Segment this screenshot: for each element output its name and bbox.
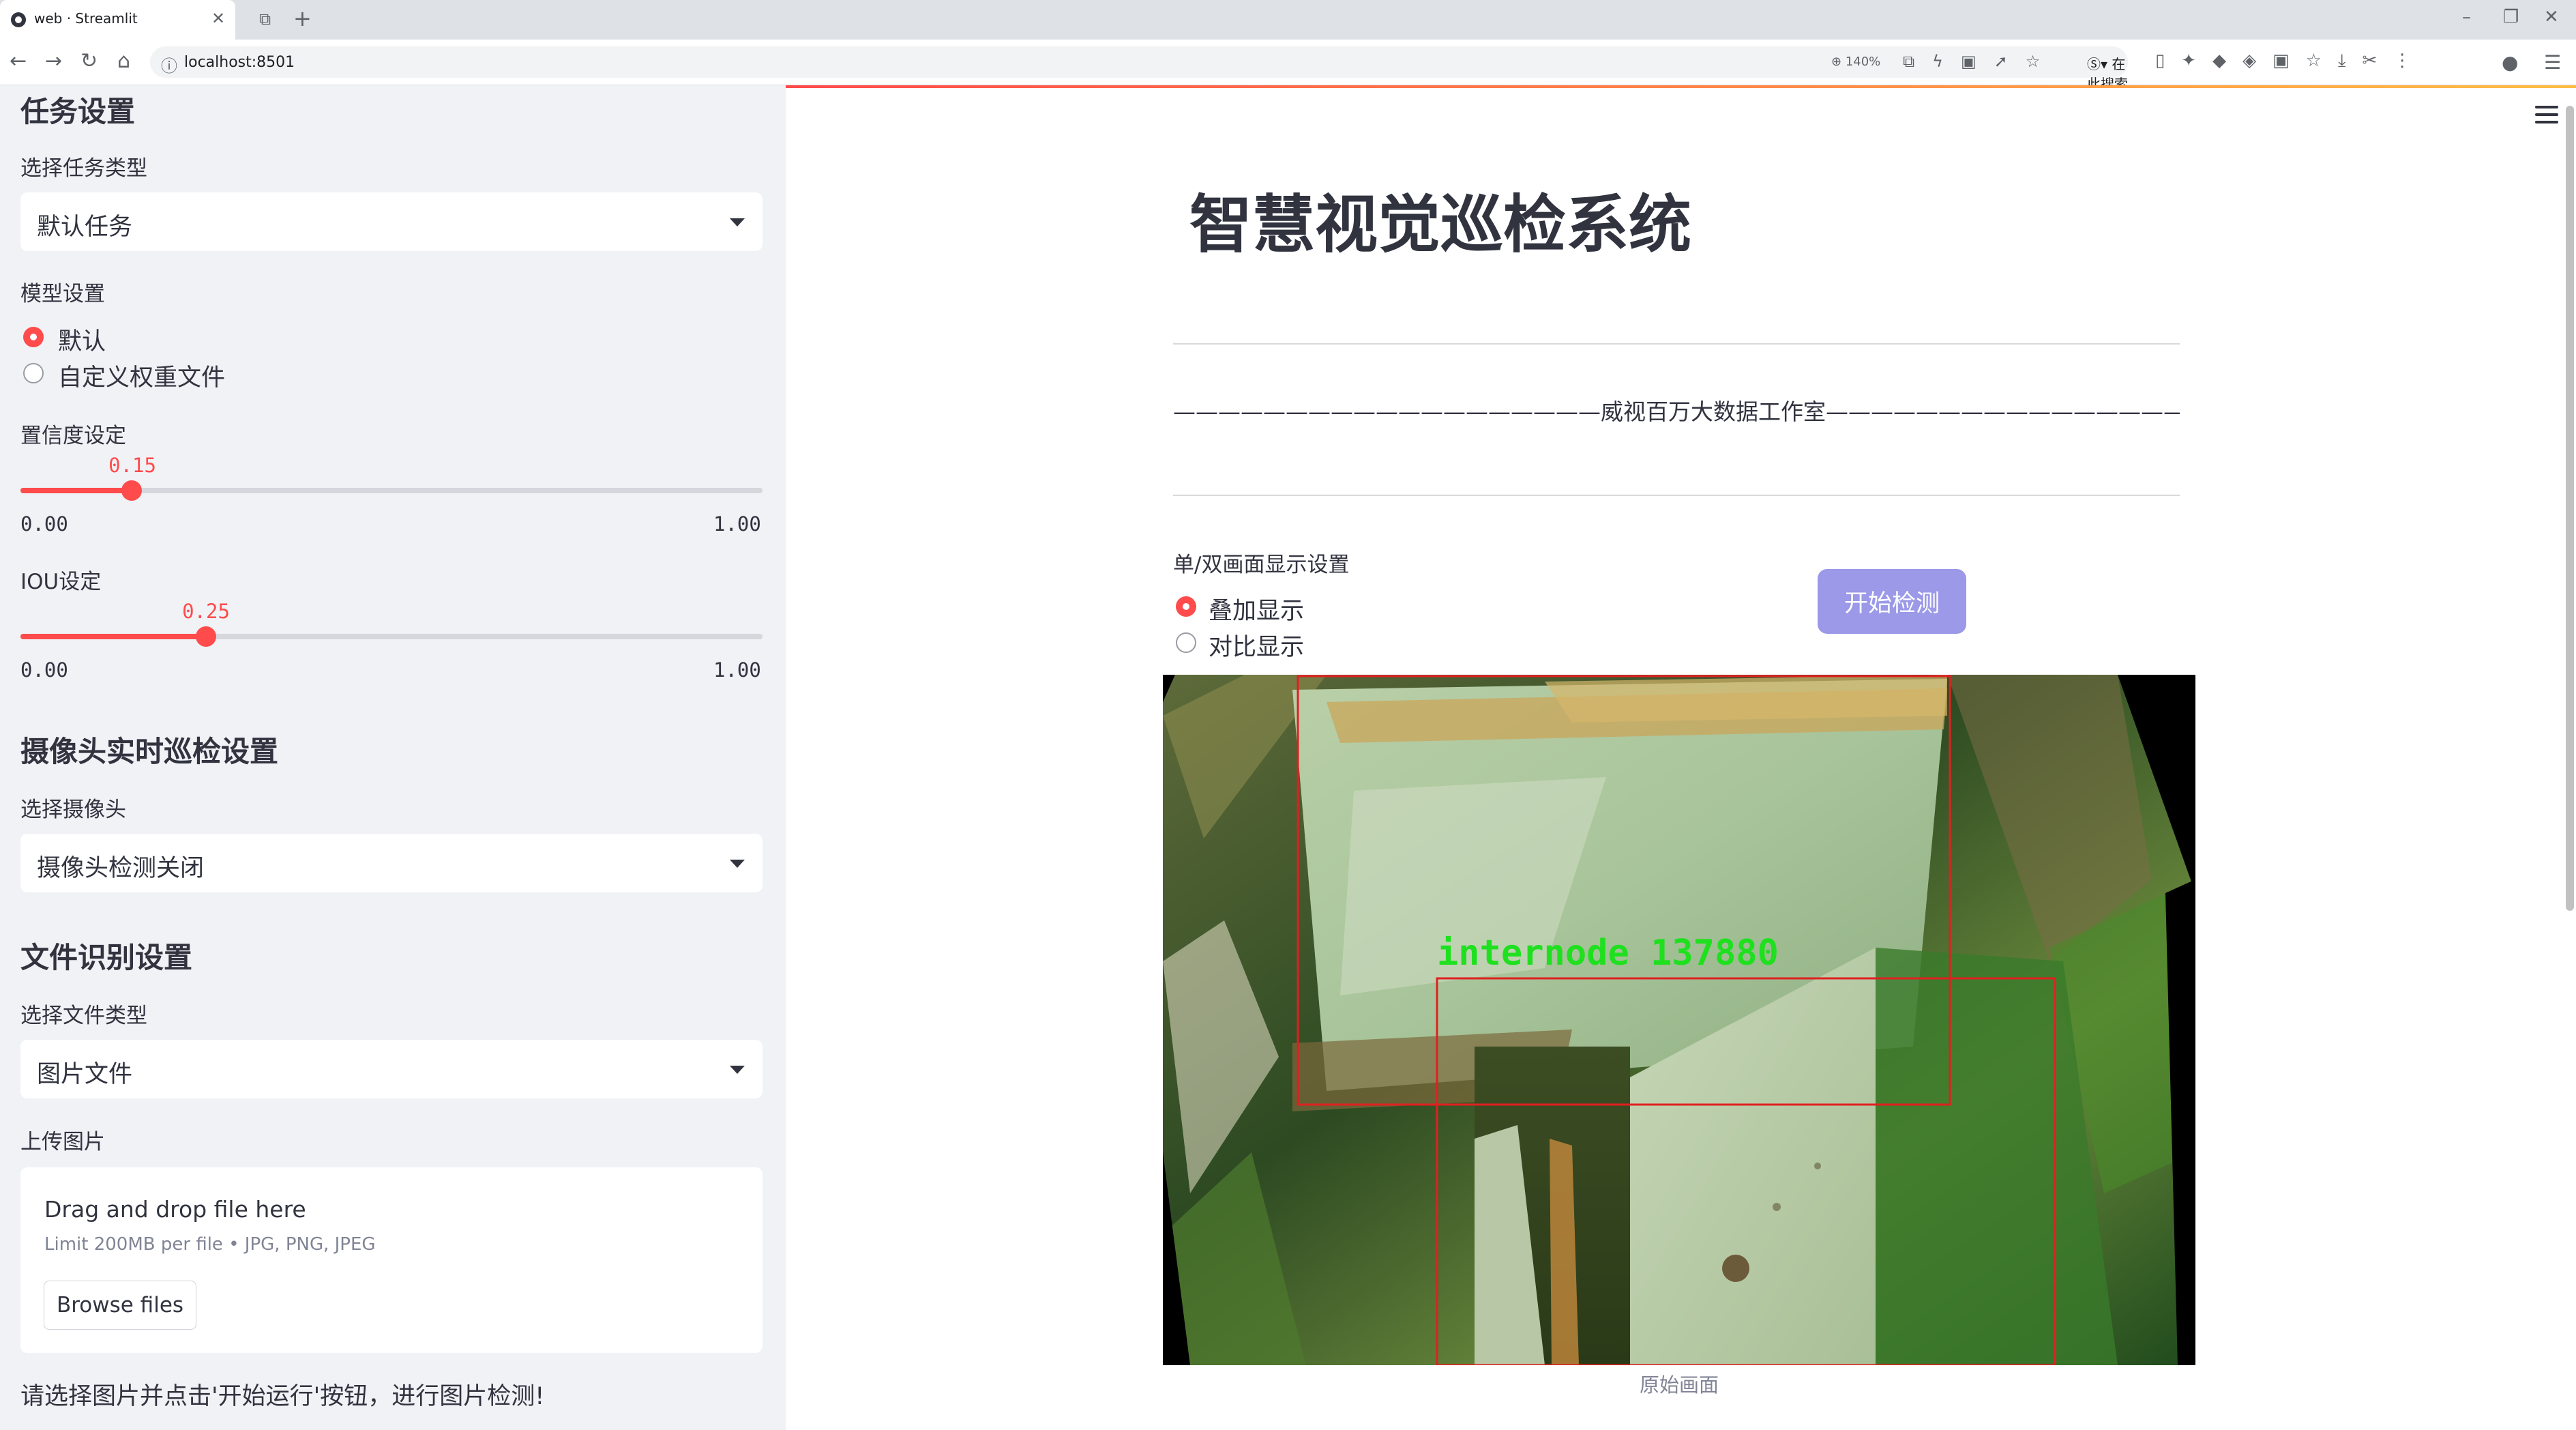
- model-option-default[interactable]: 默认: [58, 322, 106, 357]
- camera-section-title: 摄像头实时巡检设置: [20, 735, 279, 768]
- browser-tab[interactable]: web · Streamlit ✕: [0, 0, 235, 40]
- zoom-level: 140%: [1845, 55, 1881, 69]
- display-option-compare[interactable]: 对比显示: [1209, 628, 1304, 662]
- back-icon[interactable]: ←: [10, 49, 27, 74]
- home-icon[interactable]: ⌂: [117, 49, 130, 74]
- display-option-overlay[interactable]: 叠加显示: [1209, 592, 1304, 626]
- detection-image-svg: internode 137880: [1163, 675, 2195, 1365]
- scrollbar[interactable]: [2566, 106, 2574, 911]
- minimize-icon[interactable]: –: [2462, 7, 2471, 27]
- iou-slider-fill: [20, 634, 206, 639]
- url-text[interactable]: localhost:8501: [184, 54, 295, 71]
- camera-label: 选择摄像头: [20, 798, 126, 822]
- model-radio-custom[interactable]: [23, 363, 44, 383]
- dropzone-title: Drag and drop file here: [44, 1196, 306, 1223]
- confidence-min: 0.00: [20, 512, 68, 536]
- reload-icon[interactable]: ↻: [80, 49, 98, 74]
- start-detection-button[interactable]: 开始检测: [1818, 569, 1966, 634]
- confidence-slider[interactable]: [20, 480, 763, 501]
- file-section-title: 文件识别设置: [20, 941, 193, 974]
- tab-close-icon[interactable]: ✕: [211, 8, 225, 29]
- omnibox-tool-icons[interactable]: ⧉ϟ▣➚☆: [1903, 52, 2058, 71]
- omnibox[interactable]: ⓘ localhost:8501 ⊕ 140% ⧉ϟ▣➚☆ Ⓢ▾ 在此搜索: [150, 46, 2128, 92]
- detection-label: internode 137880: [1437, 933, 1779, 974]
- site-info-icon[interactable]: ⓘ: [161, 53, 177, 76]
- iou-label: IOU设定: [20, 570, 102, 594]
- iou-value: 0.25: [182, 600, 230, 623]
- sidebar: 任务设置 选择任务类型 默认任务 模型设置 默认 自定义权重文件 置信度设定 0…: [0, 85, 786, 1430]
- file-type-select[interactable]: 图片文件: [20, 1040, 763, 1098]
- extension-icons[interactable]: ▯✦◆◈▣☆⤓✂⋮: [2155, 50, 2427, 72]
- zoom-icon: ⊕: [1831, 55, 1846, 69]
- new-tab-icon[interactable]: +: [293, 5, 312, 31]
- task-section-title: 任务设置: [20, 95, 136, 128]
- iou-max: 1.00: [713, 658, 761, 682]
- task-type-value: 默认任务: [37, 214, 133, 241]
- divider: [1173, 343, 2180, 345]
- studio-line: ———————————————————威视百万大数据工作室———————————…: [1173, 398, 2180, 425]
- chevron-down-icon: [730, 218, 745, 227]
- confidence-max: 1.00: [713, 512, 761, 536]
- display-radio-overlay[interactable]: [1176, 596, 1196, 617]
- display-mode-label: 单/双画面显示设置: [1173, 553, 1350, 577]
- confidence-value: 0.15: [108, 454, 156, 477]
- profile-avatar-icon[interactable]: ●: [2502, 50, 2518, 75]
- display-radio-compare[interactable]: [1176, 632, 1196, 653]
- window-close-icon[interactable]: ✕: [2544, 7, 2559, 27]
- file-type-value: 图片文件: [37, 1061, 133, 1088]
- browser-menu-icon[interactable]: ☰: [2544, 50, 2561, 75]
- chevron-down-icon: [730, 860, 745, 868]
- search-engine-icon: Ⓢ▾: [2087, 56, 2112, 72]
- file-type-label: 选择文件类型: [20, 1004, 147, 1028]
- confidence-slider-fill: [20, 488, 132, 493]
- upload-label: 上传图片: [20, 1130, 105, 1154]
- header-decoration: [786, 85, 2576, 88]
- model-radio-default[interactable]: [23, 327, 44, 347]
- image-caption: 原始画面: [1639, 1373, 1719, 1397]
- page-title: 智慧视觉巡检系统: [1189, 188, 1691, 261]
- streamlit-favicon-icon: [11, 12, 26, 27]
- detection-image: internode 137880: [1163, 675, 2195, 1365]
- confidence-slider-thumb[interactable]: [121, 480, 142, 501]
- main-content: 智慧视觉巡检系统 ———————————————————威视百万大数据工作室——…: [786, 85, 2576, 1430]
- task-type-label: 选择任务类型: [20, 156, 147, 181]
- sidebar-hint: 请选择图片并点击'开始运行'按钮，进行图片检测!: [20, 1383, 545, 1410]
- browser-tab-bar: web · Streamlit ✕ ⧉ + – ❐ ✕: [0, 0, 2576, 40]
- restore-icon[interactable]: ❐: [2503, 7, 2519, 27]
- hamburger-menu-icon[interactable]: [2535, 106, 2558, 125]
- confidence-label: 置信度设定: [20, 424, 126, 448]
- model-option-custom[interactable]: 自定义权重文件: [58, 358, 225, 393]
- forward-icon[interactable]: →: [45, 49, 62, 74]
- camera-select[interactable]: 摄像头检测关闭: [20, 834, 763, 892]
- iou-slider[interactable]: [20, 626, 763, 647]
- model-label: 模型设置: [20, 282, 105, 306]
- tab-title: web · Streamlit: [34, 10, 138, 27]
- iou-slider-thumb[interactable]: [196, 626, 216, 647]
- tab-groups-icon[interactable]: ⧉: [259, 10, 271, 29]
- dropzone-limit: Limit 200MB per file • JPG, PNG, JPEG: [44, 1234, 376, 1255]
- iou-min: 0.00: [20, 658, 68, 682]
- chevron-down-icon: [730, 1066, 745, 1074]
- task-type-select[interactable]: 默认任务: [20, 192, 763, 251]
- address-bar: ← → ↻ ⌂ ⓘ localhost:8501 ⊕ 140% ⧉ϟ▣➚☆ Ⓢ▾…: [0, 40, 2576, 92]
- file-dropzone[interactable]: Drag and drop file here Limit 200MB per …: [20, 1167, 763, 1353]
- divider: [1173, 495, 2180, 496]
- browse-files-button[interactable]: Browse files: [44, 1281, 196, 1330]
- camera-value: 摄像头检测关闭: [37, 855, 205, 882]
- zoom-indicator[interactable]: ⊕ 140%: [1831, 55, 1880, 69]
